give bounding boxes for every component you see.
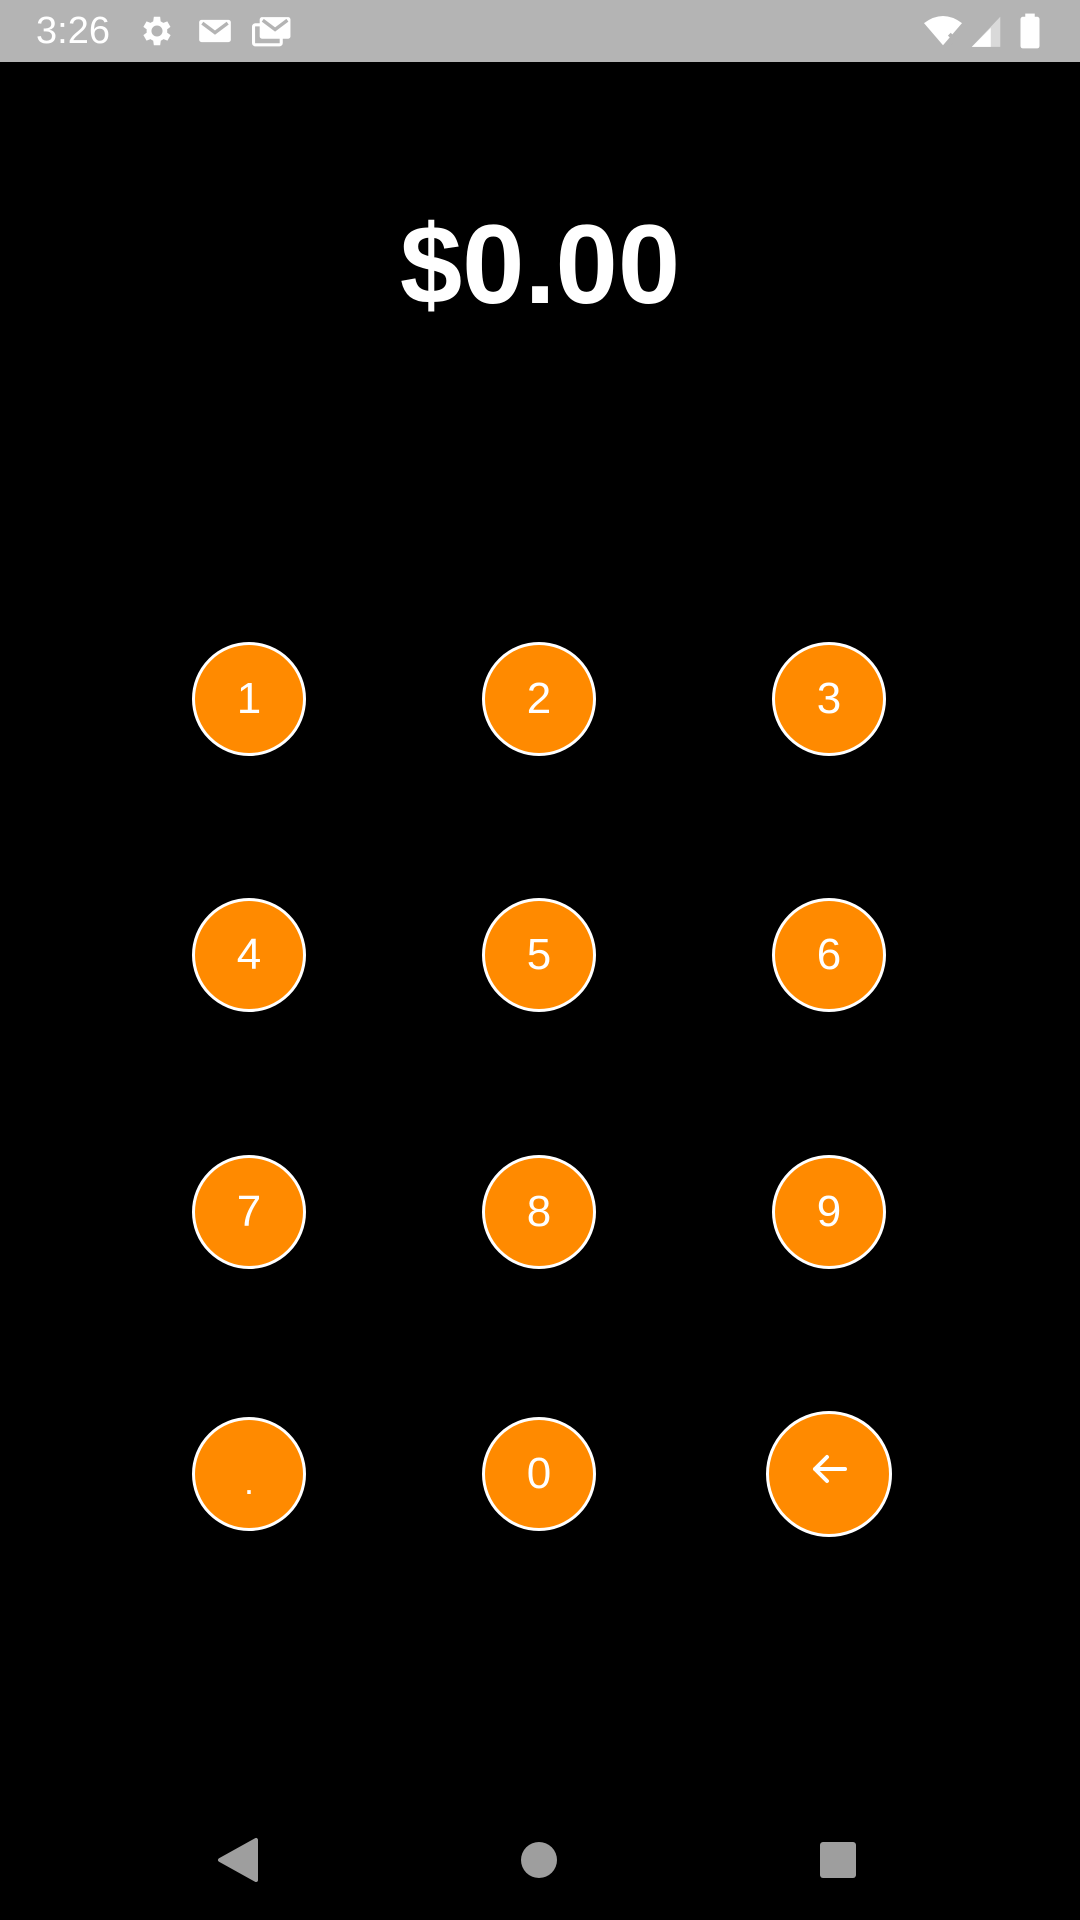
gmail-icon bbox=[196, 12, 234, 50]
wifi-off-icon bbox=[922, 12, 964, 50]
backspace-button[interactable] bbox=[766, 1411, 892, 1537]
gmail-stack-icon bbox=[252, 12, 292, 50]
gear-icon bbox=[138, 12, 176, 50]
key-4[interactable]: 4 bbox=[192, 898, 306, 1012]
key-1[interactable]: 1 bbox=[192, 642, 306, 756]
key-5[interactable]: 5 bbox=[482, 898, 596, 1012]
home-icon[interactable] bbox=[509, 1830, 569, 1890]
key-6[interactable]: 6 bbox=[772, 898, 886, 1012]
amount-display: $0.00 bbox=[399, 202, 681, 327]
key-decimal-label: . bbox=[243, 1461, 254, 1502]
recents-icon[interactable] bbox=[808, 1830, 868, 1890]
status-bar: 3:26 bbox=[0, 0, 1080, 62]
navigation-bar bbox=[0, 1800, 1080, 1920]
key-decimal[interactable]: . bbox=[192, 1417, 306, 1531]
key-2[interactable]: 2 bbox=[482, 642, 596, 756]
key-7[interactable]: 7 bbox=[192, 1155, 306, 1269]
key-0[interactable]: 0 bbox=[482, 1417, 596, 1531]
key-8[interactable]: 8 bbox=[482, 1155, 596, 1269]
key-9[interactable]: 9 bbox=[772, 1155, 886, 1269]
back-icon[interactable] bbox=[208, 1830, 268, 1890]
signal-icon bbox=[968, 12, 1004, 50]
status-time: 3:26 bbox=[36, 10, 110, 52]
battery-icon bbox=[1018, 12, 1042, 50]
key-3[interactable]: 3 bbox=[772, 642, 886, 756]
backspace-arrow-icon bbox=[805, 1445, 853, 1504]
screen: 3:26 $0.00 1 2 3 4 5 6 7 8 9 . 0 bbox=[0, 0, 1080, 1920]
